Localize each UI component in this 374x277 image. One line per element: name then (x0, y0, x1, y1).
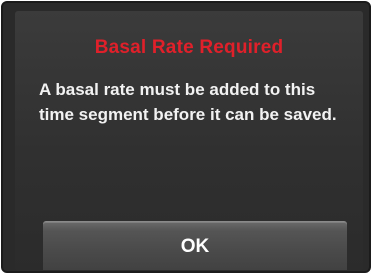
dialog-title: Basal Rate Required (94, 37, 284, 58)
alert-dialog: Basal Rate Required A basal rate must be… (15, 11, 363, 271)
ok-button[interactable]: OK (43, 221, 347, 270)
ok-button-label: OK (180, 236, 210, 257)
device-frame: Basal Rate Required A basal rate must be… (1, 1, 371, 273)
dialog-message: A basal rate must be added to this time … (39, 80, 337, 124)
